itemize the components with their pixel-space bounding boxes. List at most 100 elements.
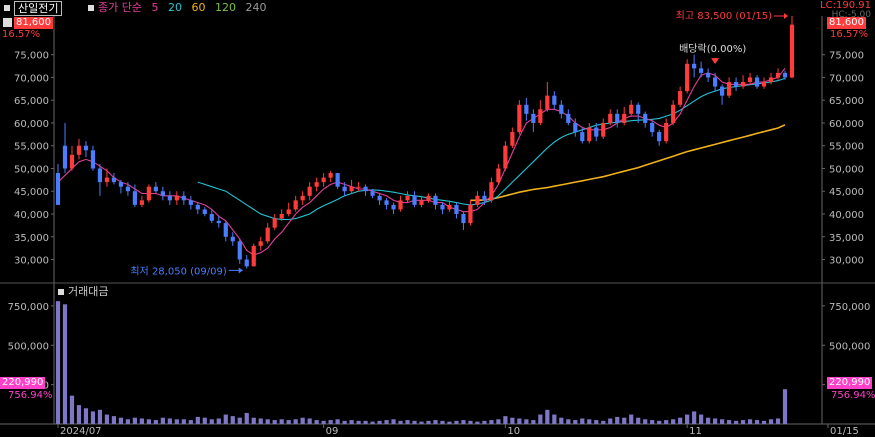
candle-body xyxy=(209,214,214,221)
volume-bar xyxy=(552,414,557,424)
volume-bar xyxy=(314,420,319,424)
candle-body xyxy=(132,191,137,205)
price-tick-label-right: 65,000 xyxy=(829,96,864,107)
price-tick-label-left: 30,000 xyxy=(14,256,49,267)
volume-panel-title: 거래대금 xyxy=(68,285,109,298)
price-tick-label-right: 70,000 xyxy=(829,73,864,84)
candle-body xyxy=(272,218,277,228)
candle-body xyxy=(216,220,221,224)
candle-body xyxy=(594,127,599,137)
volume-bar xyxy=(69,395,75,424)
candle-body xyxy=(419,200,424,205)
volume-bar xyxy=(125,419,131,424)
stock-chart: 75,000 75,000 70,000 70,000 65,000 65,000 60,0… xyxy=(0,10,875,437)
volume-bar xyxy=(726,420,732,424)
volume-bar xyxy=(768,419,774,424)
volume-bar xyxy=(286,420,291,424)
candle-body xyxy=(775,72,781,78)
volume-bar xyxy=(482,420,487,424)
candle-body xyxy=(97,168,103,183)
ma60-line xyxy=(470,124,786,202)
volume-bar xyxy=(265,419,270,424)
volume-bar xyxy=(538,414,543,424)
volume-bar xyxy=(531,420,536,424)
candle-body xyxy=(482,195,487,201)
candle-body xyxy=(426,195,431,201)
volume-bar xyxy=(293,419,298,424)
price-tick-label-left: 45,000 xyxy=(14,187,49,198)
candle-body xyxy=(111,177,117,183)
volume-bar xyxy=(601,420,606,424)
volume-bar xyxy=(146,419,151,424)
last-price-right: 81,600 xyxy=(827,17,866,29)
volume-bar xyxy=(181,419,186,424)
candle-body xyxy=(125,186,131,192)
volume-bar xyxy=(104,414,110,424)
candle-body xyxy=(384,200,389,205)
legend-toggle-icon[interactable] xyxy=(88,5,94,11)
candle-body xyxy=(629,104,634,114)
volume-bar xyxy=(55,301,61,424)
volume-bar xyxy=(391,419,396,424)
candle-body xyxy=(496,168,501,183)
volume-bar xyxy=(761,420,767,424)
volume-bar xyxy=(740,420,746,424)
candle-body xyxy=(391,204,396,210)
ma-legend[interactable]: 종가 단순 5 20 60 120 240 xyxy=(98,0,272,16)
candle-body xyxy=(314,182,319,187)
candle-body xyxy=(153,186,158,192)
volume-bar xyxy=(370,421,375,424)
grid-icon[interactable] xyxy=(3,18,12,27)
volume-bar xyxy=(209,419,214,424)
candle-body xyxy=(615,113,620,123)
candle-body xyxy=(188,200,193,205)
candle-body xyxy=(524,104,529,114)
candle-body xyxy=(573,122,578,133)
volume-bar xyxy=(489,420,494,424)
ma-legend-60: 60 xyxy=(191,1,206,14)
volume-bar xyxy=(377,420,382,424)
annotation-low-arrowhead xyxy=(238,267,243,274)
candle-body xyxy=(468,204,473,224)
candle-body xyxy=(265,227,270,242)
volume-bar xyxy=(643,419,648,424)
x-tick-label: 09 xyxy=(326,426,339,437)
stock-name-label[interactable]: 산일전기 xyxy=(14,1,63,16)
volume-bar xyxy=(650,420,655,424)
candle-body xyxy=(195,204,200,210)
volume-bar xyxy=(440,420,445,424)
candle-body xyxy=(692,63,697,69)
candle-body xyxy=(55,173,61,205)
price-tick-label-right: 35,000 xyxy=(829,233,864,244)
ma-legend-5: 5 xyxy=(151,1,159,14)
volume-bar xyxy=(188,420,193,424)
candle-body xyxy=(517,104,522,133)
volume-bar xyxy=(230,416,235,424)
volume-bar xyxy=(384,420,389,424)
candle-body xyxy=(531,113,536,123)
ma-legend-20: 20 xyxy=(167,1,182,14)
volume-bar xyxy=(111,416,117,424)
candle-body xyxy=(405,195,410,201)
candle-body xyxy=(685,63,690,92)
candle-body xyxy=(454,204,459,214)
candle-body xyxy=(146,186,151,201)
price-tick-label-left: 60,000 xyxy=(14,119,49,130)
candle-body xyxy=(300,195,305,201)
candle-body xyxy=(475,195,480,205)
volume-bar xyxy=(272,420,277,424)
volume-bar xyxy=(747,419,753,424)
volume-bar xyxy=(713,418,718,424)
candle-body xyxy=(671,104,676,123)
volume-bar xyxy=(349,420,354,424)
volume-bar xyxy=(83,408,89,424)
candle-body xyxy=(740,82,746,87)
candle-body xyxy=(726,82,732,96)
menu-icon[interactable] xyxy=(4,5,10,11)
price-tick-label-left: 70,000 xyxy=(14,73,49,84)
candle-body xyxy=(587,127,592,142)
volume-menu-icon[interactable] xyxy=(58,289,64,295)
volume-bar xyxy=(356,420,361,424)
candle-body xyxy=(643,113,648,123)
candle-body xyxy=(789,24,795,78)
